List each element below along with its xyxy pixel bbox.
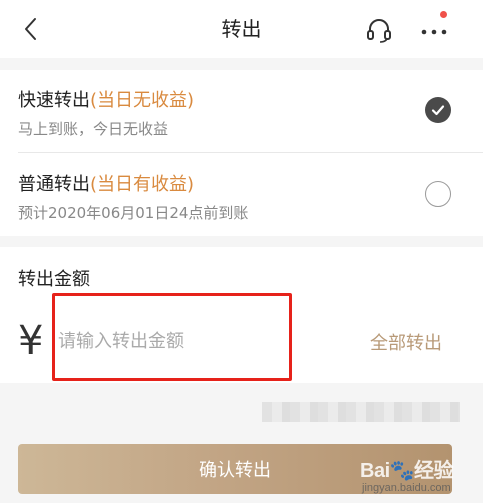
paw-icon: 🐾 xyxy=(389,460,415,482)
option-title-text: 普通转出 xyxy=(18,174,90,195)
option-tag: (当日有收益) xyxy=(90,174,195,195)
currency-symbol: ¥ xyxy=(18,318,44,364)
option-subtitle: 预计2020年06月01日24点前到账 xyxy=(18,204,249,222)
headset-icon xyxy=(367,19,391,43)
watermark: Bai🐾经验 jingyan.baidu.com xyxy=(360,452,470,502)
option-title-text: 快速转出 xyxy=(18,90,90,111)
chevron-left-icon xyxy=(25,18,36,40)
watermark-url: jingyan.baidu.com xyxy=(362,482,451,494)
option-subtitle: 马上到账，今日无收益 xyxy=(18,120,169,138)
divider xyxy=(18,152,483,153)
watermark-brand-suffix: 经验 xyxy=(414,460,454,482)
check-icon xyxy=(431,105,445,116)
transfer-options: 快速转出(当日无收益) 马上到账，今日无收益 普通转出(当日有收益) 预计202… xyxy=(0,70,483,236)
watermark-brand: Bai🐾经验 xyxy=(360,454,454,483)
radio-selected[interactable] xyxy=(425,97,451,123)
option-title: 普通转出(当日有收益) xyxy=(18,170,194,196)
more-button[interactable] xyxy=(418,16,452,44)
option-normal-transfer[interactable]: 普通转出(当日有收益) 预计2020年06月01日24点前到账 xyxy=(0,154,483,236)
option-title: 快速转出(当日无收益) xyxy=(18,86,194,112)
top-nav-bar: 转出 xyxy=(0,0,483,58)
page-title: 转出 xyxy=(221,17,262,41)
customer-service-button[interactable] xyxy=(365,16,393,44)
radio-unselected[interactable] xyxy=(425,181,451,207)
transfer-all-button[interactable]: 全部转出 xyxy=(370,329,442,355)
notification-dot xyxy=(440,11,447,18)
option-tag: (当日无收益) xyxy=(90,90,195,111)
amount-label: 转出金额 xyxy=(18,269,90,290)
amount-input[interactable] xyxy=(58,323,278,359)
back-button[interactable] xyxy=(18,14,42,44)
amount-section: 转出金额 ¥ 全部转出 xyxy=(0,247,483,383)
option-fast-transfer[interactable]: 快速转出(当日无收益) 马上到账，今日无收益 xyxy=(0,70,483,153)
blurred-text xyxy=(262,402,460,422)
watermark-brand-text: Bai xyxy=(360,460,390,482)
more-dots-icon xyxy=(421,29,447,35)
